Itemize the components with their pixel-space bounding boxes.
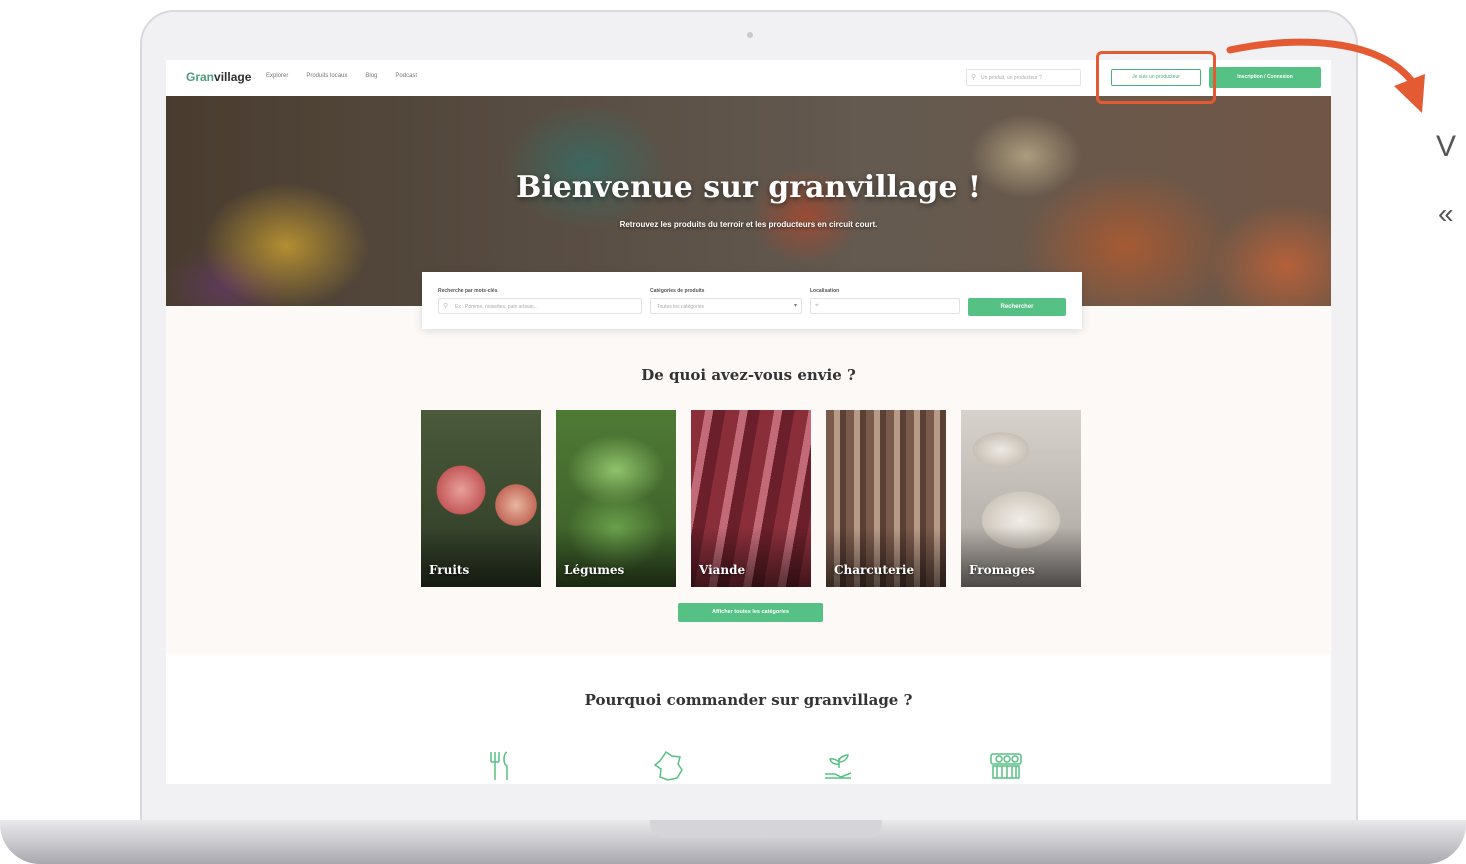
location-input[interactable]: ⌖ <box>810 298 960 314</box>
france-map-icon <box>649 750 689 784</box>
cutlery-icon <box>479 750 519 784</box>
plant-hand-icon <box>819 750 859 784</box>
side-caption-quote: « <box>1438 198 1454 229</box>
category-select[interactable]: Toutes les catégories ▾ <box>650 298 802 314</box>
browser-screen: Granvillage Explorer Produits locaux Blo… <box>166 60 1331 784</box>
search-button[interactable]: Rechercher <box>968 298 1066 316</box>
category-card-viande[interactable]: Viande <box>691 410 811 587</box>
hero-subtitle: Retrouvez les produits du terroir et les… <box>619 220 878 229</box>
category-label-viande: Viande <box>699 563 746 577</box>
category-card-fromages[interactable]: Fromages <box>961 410 1081 587</box>
show-all-categories-button[interactable]: Afficher toutes les catégories <box>678 603 823 622</box>
laptop-hinge-notch <box>650 820 882 838</box>
card-gradient <box>691 527 811 587</box>
nav-search-input[interactable]: ⚲ Un produit, un producteur ? <box>966 69 1081 86</box>
logo-accent: Gran <box>186 70 215 84</box>
category-card-fruits[interactable]: Fruits <box>421 410 541 587</box>
category-card-charcuterie[interactable]: Charcuterie <box>826 410 946 587</box>
nav-link-produits-locaux[interactable]: Produits locaux <box>306 73 347 79</box>
hero-title: Bienvenue sur granvillage ! <box>515 170 982 205</box>
market-stall-icon <box>986 750 1026 784</box>
chevron-down-icon: ▾ <box>793 303 797 309</box>
side-caption-letter: V <box>1436 130 1457 163</box>
category-label-fromages: Fromages <box>969 563 1035 577</box>
nav-link-blog[interactable]: Blog <box>365 73 377 79</box>
nav-links: Explorer Produits locaux Blog Podcast <box>266 73 417 79</box>
category-label: Catégories de produits <box>650 288 705 294</box>
search-icon: ⚲ <box>443 303 449 310</box>
laptop-camera <box>747 32 753 38</box>
card-gradient <box>826 527 946 587</box>
keyword-label: Recherche par mots-clés <box>438 288 498 294</box>
card-gradient <box>556 527 676 587</box>
location-label: Localisation <box>810 288 840 294</box>
category-label-charcuterie: Charcuterie <box>834 563 915 577</box>
category-card-legumes[interactable]: Légumes <box>556 410 676 587</box>
category-label-fruits: Fruits <box>429 563 470 577</box>
category-label-legumes: Légumes <box>564 563 625 577</box>
site-logo[interactable]: Granvillage <box>186 70 251 84</box>
card-gradient <box>961 527 1081 587</box>
categories-heading: De quoi avez-vous envie ? <box>641 366 856 384</box>
search-icon: ⚲ <box>971 74 977 81</box>
search-panel: Recherche par mots-clés ⚲ Ex : Pomme, no… <box>422 272 1082 329</box>
keyword-search-input[interactable]: ⚲ Ex : Pomme, noisettes, pain artisan... <box>438 298 642 314</box>
category-placeholder: Toutes les catégories <box>657 304 704 310</box>
nav-link-podcast[interactable]: Podcast <box>395 73 417 79</box>
nav-link-explorer[interactable]: Explorer <box>266 73 288 79</box>
highlight-box <box>1096 51 1216 104</box>
location-pin-icon: ⌖ <box>815 302 819 309</box>
keyword-placeholder: Ex : Pomme, noisettes, pain artisan... <box>455 304 538 310</box>
arrow-icon <box>1226 38 1425 113</box>
why-heading: Pourquoi commander sur granvillage ? <box>584 691 913 709</box>
logo-rest: village <box>214 70 252 84</box>
card-gradient <box>421 527 541 587</box>
nav-search-placeholder: Un produit, un producteur ? <box>981 75 1042 81</box>
